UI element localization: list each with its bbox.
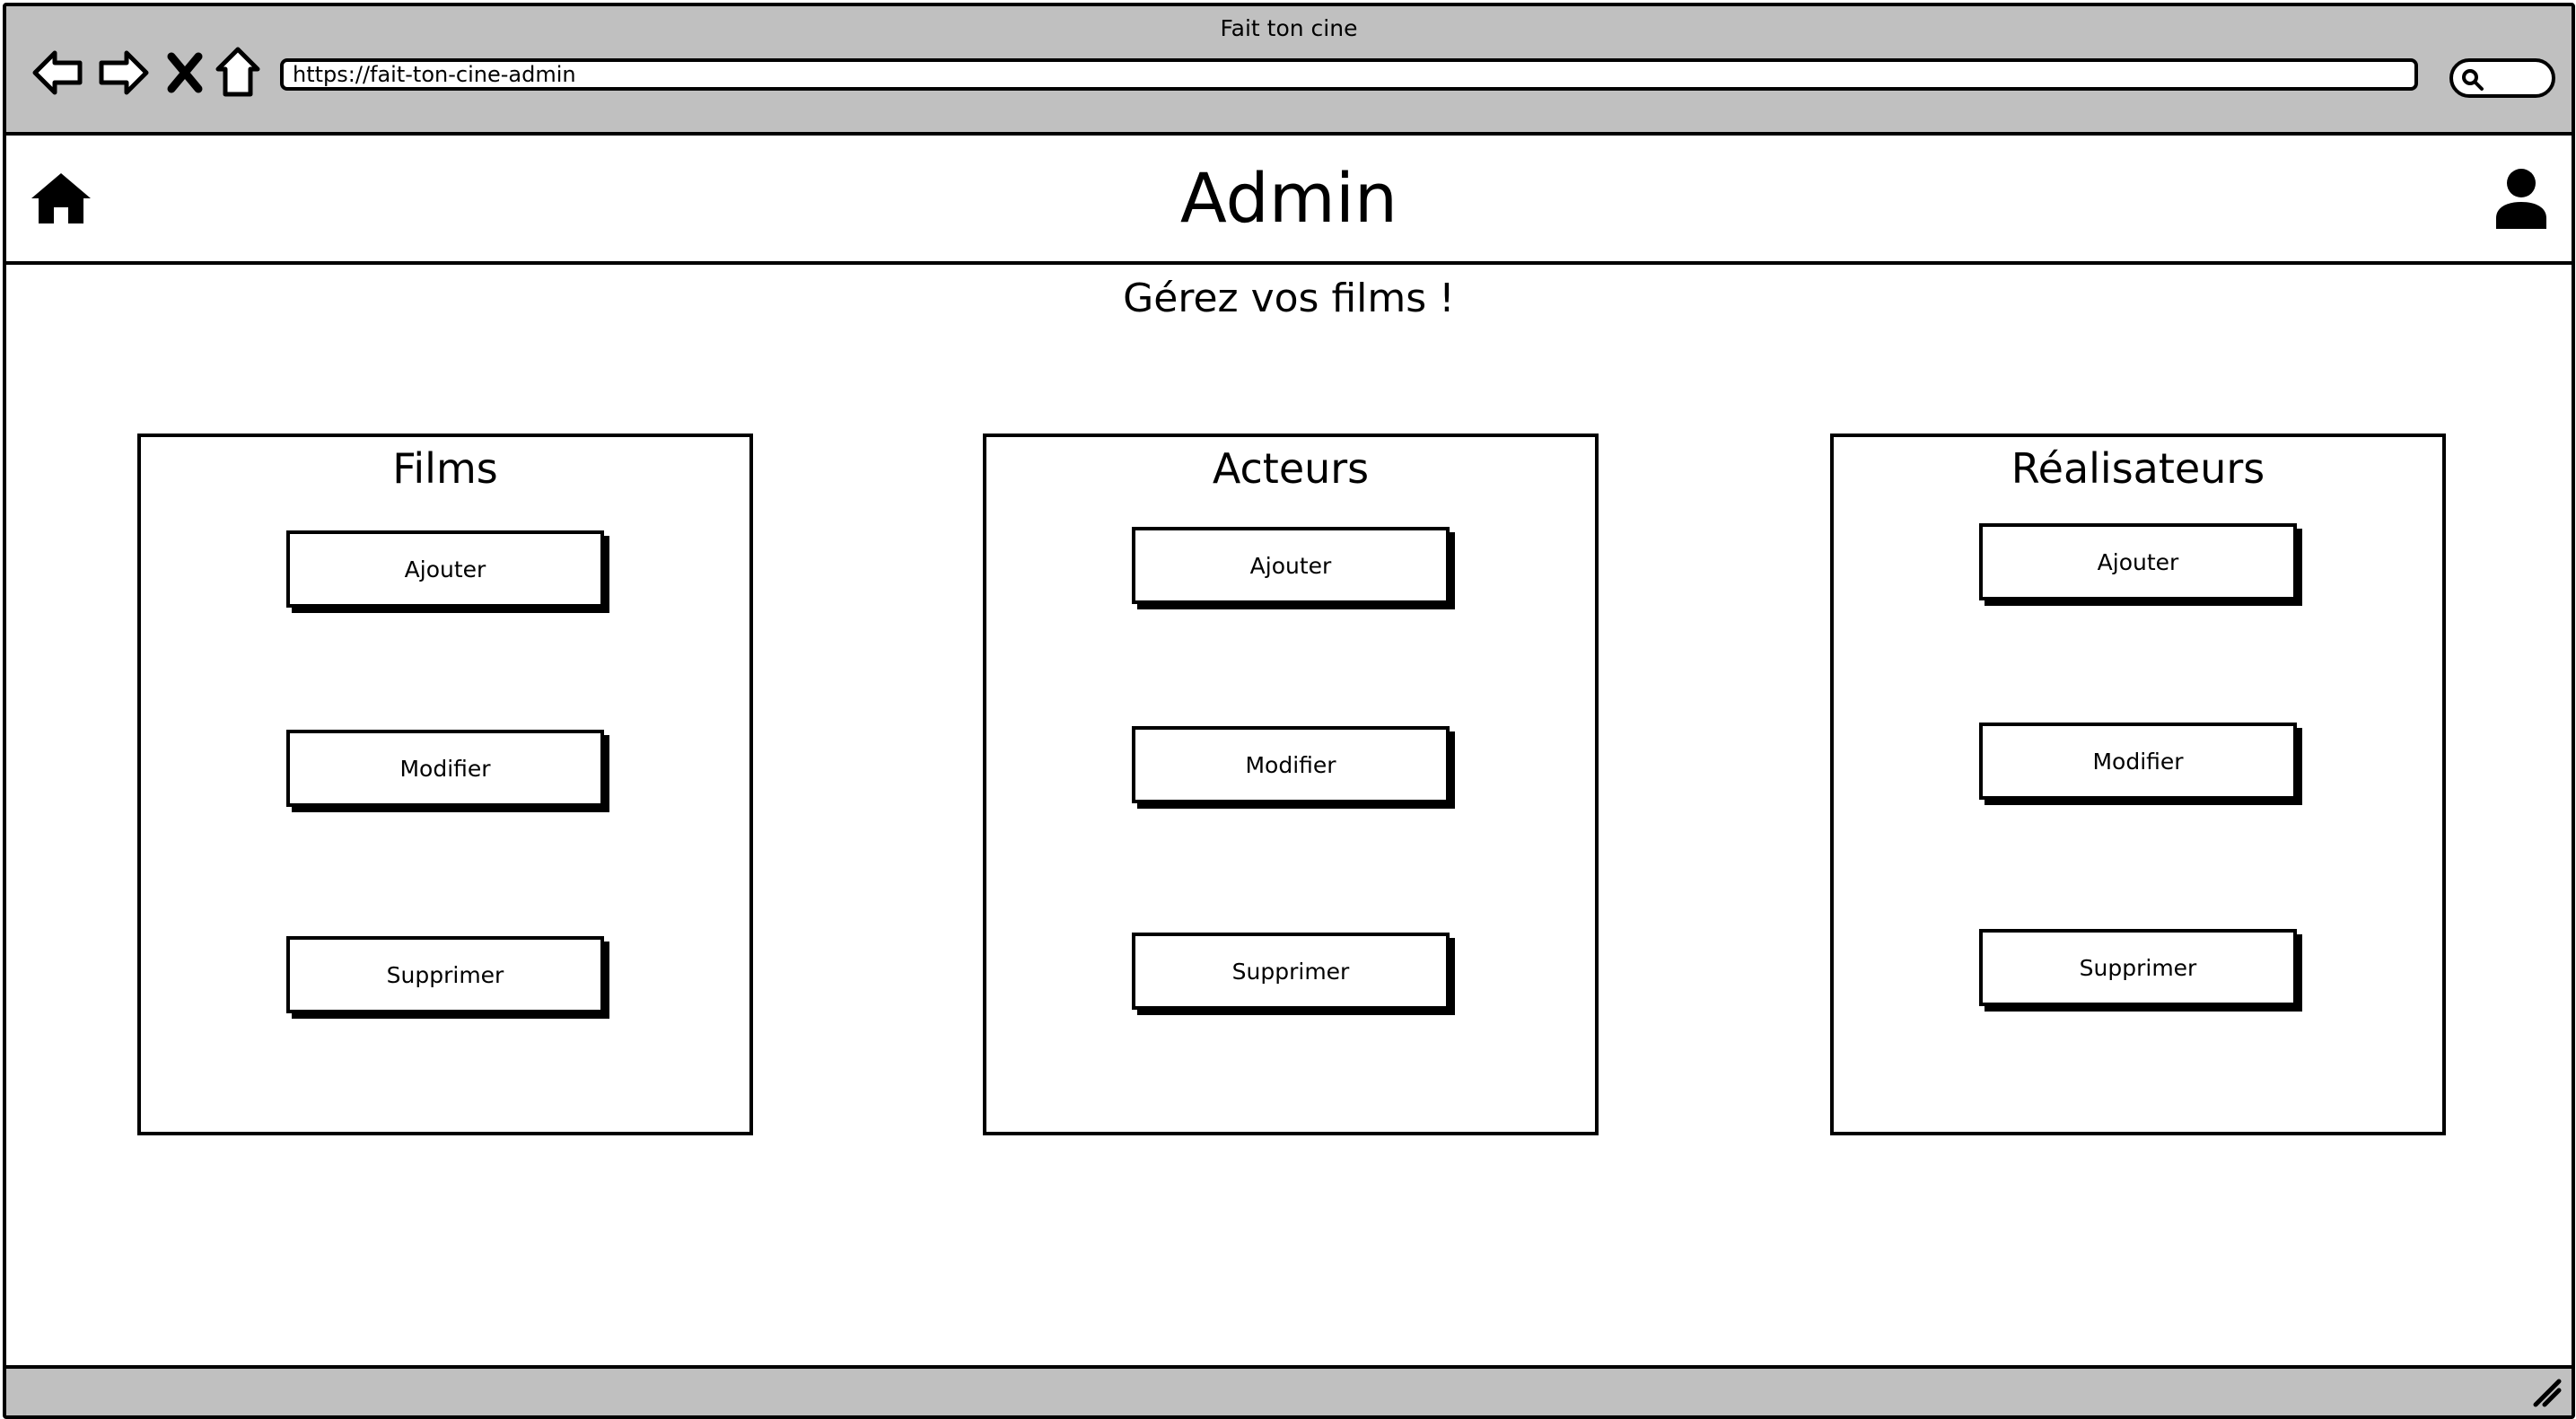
status-bar xyxy=(6,1365,2572,1415)
url-input[interactable]: https://fait-ton-cine-admin xyxy=(280,58,2418,91)
close-icon[interactable] xyxy=(164,46,206,100)
page-title: Admin xyxy=(1179,158,1398,238)
panel-title: Réalisateurs xyxy=(2011,444,2265,493)
acteurs-edit-button[interactable]: Modifier xyxy=(1132,726,1450,803)
forward-arrow-icon[interactable] xyxy=(96,46,150,100)
search-icon xyxy=(2462,69,2484,91)
panel-title: Acteurs xyxy=(1212,444,1370,493)
window-title: Fait ton cine xyxy=(1220,15,1358,41)
panel-title: Films xyxy=(392,444,498,493)
browser-search-box[interactable] xyxy=(2449,58,2555,98)
acteurs-delete-button[interactable]: Supprimer xyxy=(1132,933,1450,1010)
browser-toolbar: Fait ton cine https://fait-ton-cine-admi… xyxy=(6,6,2572,136)
panel-acteurs: Acteurs Ajouter Modifier Supprimer xyxy=(983,434,1599,1135)
home-outline-icon[interactable] xyxy=(215,46,261,100)
resize-grip-icon[interactable] xyxy=(2532,1378,2563,1408)
realisateurs-edit-button[interactable]: Modifier xyxy=(1979,723,2297,800)
acteurs-add-button[interactable]: Ajouter xyxy=(1132,527,1450,604)
user-icon[interactable] xyxy=(2494,168,2548,229)
page-subtitle: Gérez vos films ! xyxy=(1123,276,1455,321)
back-arrow-icon[interactable] xyxy=(31,46,85,100)
realisateurs-delete-button[interactable]: Supprimer xyxy=(1979,929,2297,1006)
films-add-button[interactable]: Ajouter xyxy=(286,530,604,608)
panel-films: Films Ajouter Modifier Supprimer xyxy=(137,434,753,1135)
films-edit-button[interactable]: Modifier xyxy=(286,730,604,807)
app-header: Admin xyxy=(6,136,2572,265)
panel-realisateurs: Réalisateurs Ajouter Modifier Supprimer xyxy=(1830,434,2446,1135)
films-delete-button[interactable]: Supprimer xyxy=(286,936,604,1013)
browser-window: Fait ton cine https://fait-ton-cine-admi… xyxy=(3,3,2575,1419)
realisateurs-add-button[interactable]: Ajouter xyxy=(1979,523,2297,600)
